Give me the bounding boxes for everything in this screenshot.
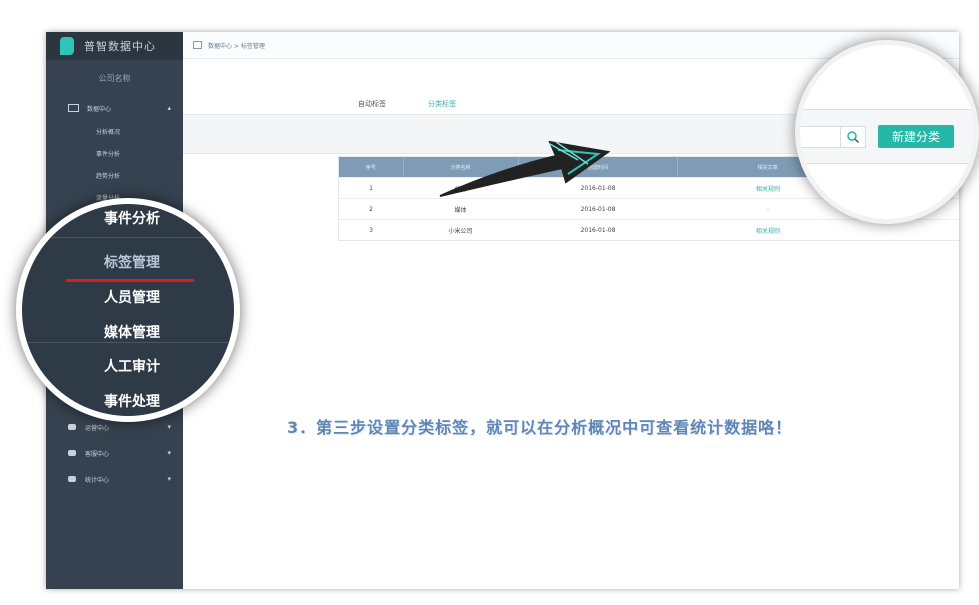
table-row: 3 小米公司 2016-01-08 相关规则 [339,219,959,240]
related-rules-link[interactable]: 相关规则 [678,220,858,240]
sidebar-group-label: 运营中心 [85,424,110,432]
active-indicator [66,279,194,282]
zoom-item-tag-management[interactable]: 标签管理 [104,252,160,272]
row-number: 3 [369,226,373,234]
tab-auto-tags[interactable]: 自动标签 [358,99,386,114]
zoom-item-event-handling[interactable]: 事件处理 [104,391,160,411]
search-input[interactable] [800,126,842,148]
chevron-down-icon: ▾ [167,449,171,457]
zoom-callout-toolbar: 新建分类 [795,40,979,224]
arrow-icon [439,140,611,197]
sidebar-group-label: 统计中心 [85,476,110,484]
chevron-up-icon: ▴ [167,104,171,112]
sidebar-group-statistics[interactable]: 统计中心 ▾ [46,466,183,492]
zoom-item-manual-audit[interactable]: 人工审计 [104,356,160,376]
created-date: 2016-01-08 [580,205,616,213]
created-date: 2016-01-08 [580,226,616,234]
sidebar-item-event-analysis[interactable]: 事件分析 [46,142,183,164]
monitor-icon [68,104,79,112]
zoom-item-personnel-management[interactable]: 人员管理 [104,287,160,307]
new-category-button[interactable]: 新建分类 [878,125,954,148]
zoom-callout-sidebar: 事件分析 标签管理 人员管理 媒体管理 人工审计 事件处理 [16,198,240,422]
chevron-down-icon: ▾ [167,475,171,483]
search-icon [847,131,860,144]
app-title: 普智数据中心 [84,40,156,53]
divider [22,237,234,238]
eye-icon [68,424,76,430]
sidebar-group-label: 客服中心 [85,450,110,458]
annotation-text: 3．第三步设置分类标签，就可以在分析概况中可查看统计数据咯！ [287,418,793,437]
home-icon[interactable] [193,41,202,49]
sidebar-item-trend-analysis[interactable]: 趋势分析 [46,164,183,186]
breadcrumb: 数据中心 > 标签管理 [208,42,265,50]
sidebar-group-label: 数据中心 [87,105,112,113]
user-icon [68,450,76,456]
sidebar-item-overview[interactable]: 分析概况 [46,120,183,142]
search-button[interactable] [840,126,866,148]
chevron-down-icon: ▾ [167,423,171,431]
logo-icon [60,37,74,55]
sidebar-group-service[interactable]: 客服中心 ▾ [46,440,183,466]
column-header: 序号 [339,157,404,177]
company-name: 公司名称 [98,73,131,83]
row-number: 2 [369,205,373,213]
category-name: 媒体 [454,206,467,214]
logo[interactable]: 普智数据中心 [46,32,183,60]
row-number: 1 [369,184,373,192]
divider [22,342,234,343]
sidebar-group-data-center[interactable]: 数据中心 ▴ [46,96,183,120]
chart-icon [68,476,76,482]
zoom-item-event-analysis[interactable]: 事件分析 [104,208,160,228]
zoom-item-media-management[interactable]: 媒体管理 [104,322,160,342]
category-name: 小米公司 [448,227,473,235]
